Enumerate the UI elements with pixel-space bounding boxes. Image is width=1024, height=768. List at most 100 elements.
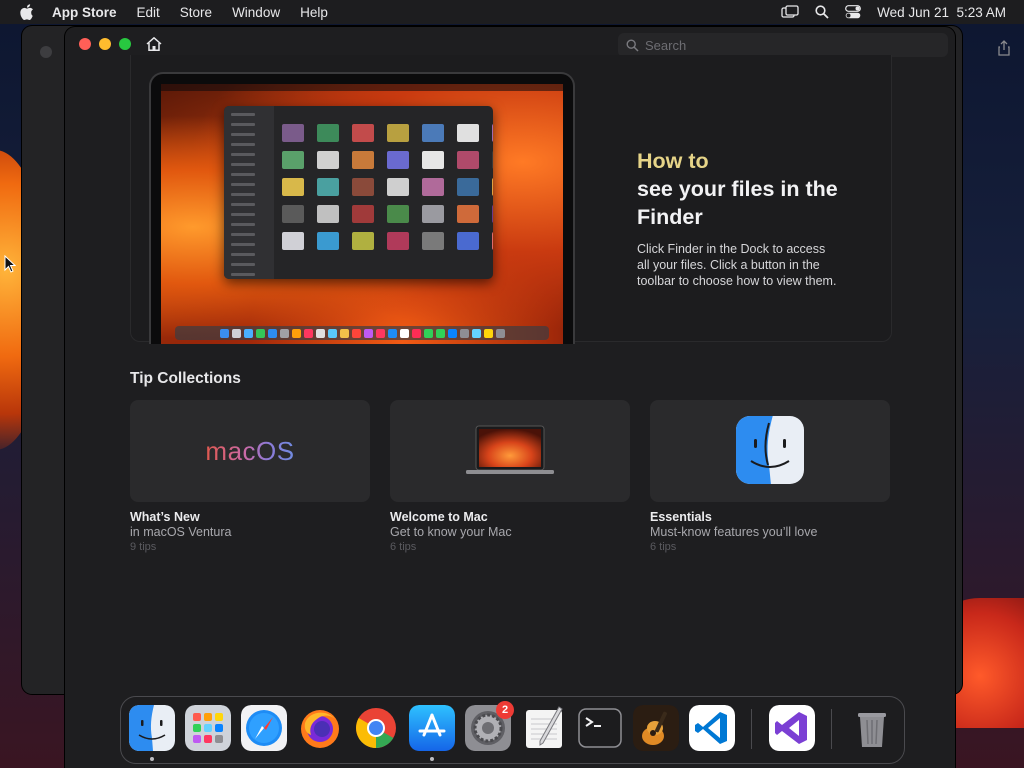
collection-meta[interactable]: What’s New in macOS Ventura 9 tips — [130, 510, 370, 553]
menu-edit[interactable]: Edit — [137, 5, 160, 20]
hero-title: How to see your files in the Finder — [637, 147, 857, 231]
menu-window[interactable]: Window — [232, 5, 280, 20]
collection-subtitle: Get to know your Mac — [390, 525, 512, 539]
garageband-dock-icon[interactable] — [633, 705, 679, 751]
mini-menubar — [161, 84, 563, 91]
file-thumbnail — [457, 205, 479, 223]
menu-store[interactable]: Store — [180, 5, 212, 20]
file-thumbnail — [422, 151, 444, 169]
spotlight-search-icon[interactable] — [815, 5, 829, 19]
hero-description: Click Finder in the Dock to access all y… — [637, 242, 837, 288]
file-thumbnail — [282, 205, 304, 223]
menu-bar: App Store Edit Store Window Help Wed Jun… — [0, 0, 1024, 24]
menu-app-name[interactable]: App Store — [52, 5, 117, 20]
mini-dock-app-icon — [243, 328, 253, 338]
mini-dock-app-icon — [351, 328, 361, 338]
file-thumbnail — [352, 178, 374, 196]
collection-card-essentials[interactable] — [650, 400, 890, 502]
file-thumbnail — [492, 178, 493, 196]
file-thumbnail — [282, 151, 304, 169]
minimize-button[interactable] — [99, 38, 111, 50]
mini-dock-app-icon — [267, 328, 277, 338]
close-button[interactable] — [79, 38, 91, 50]
menu-clock[interactable]: Wed Jun 21 5:23 AM — [877, 5, 1006, 20]
file-thumbnail — [317, 151, 339, 169]
collection-tip-count: 6 tips — [390, 541, 417, 553]
control-center-icon[interactable] — [845, 5, 862, 19]
visual-studio-dock-icon[interactable] — [769, 705, 815, 751]
mini-dock-app-icon — [435, 328, 445, 338]
mac-screen-illustration — [149, 72, 575, 344]
home-icon[interactable] — [145, 36, 163, 52]
collection-tip-count: 9 tips — [130, 541, 157, 553]
section-heading: Tip Collections — [130, 370, 241, 387]
file-thumbnail — [457, 232, 479, 250]
file-thumbnail — [282, 232, 304, 250]
textedit-dock-icon[interactable] — [521, 705, 567, 751]
dock-separator — [751, 709, 752, 749]
collection-title: Welcome to Mac — [390, 510, 488, 524]
firefox-dock-icon[interactable] — [297, 705, 343, 751]
file-thumbnail — [282, 124, 304, 142]
hero-title-main: see your files in the Finder — [637, 177, 838, 229]
mini-dock-app-icon — [363, 328, 373, 338]
screen-mirroring-icon[interactable] — [781, 5, 799, 19]
file-thumbnail — [387, 232, 409, 250]
search-input[interactable] — [645, 37, 925, 53]
running-indicator — [430, 757, 434, 761]
file-thumbnail — [422, 124, 444, 142]
file-thumbnail — [352, 232, 374, 250]
mini-dock-app-icon — [447, 328, 457, 338]
hero-tip-card: How to see your files in the Finder Clic… — [130, 55, 892, 344]
share-icon[interactable] — [998, 40, 1014, 58]
tips-window: How to see your files in the Finder Clic… — [65, 27, 955, 768]
file-thumbnail — [387, 124, 409, 142]
finder-dock-icon[interactable] — [129, 705, 175, 751]
zoom-button[interactable] — [119, 38, 131, 50]
terminal-dock-icon[interactable] — [577, 705, 623, 751]
launchpad-dock-icon[interactable] — [185, 705, 231, 751]
mini-dock-app-icon — [291, 328, 301, 338]
file-thumbnail — [387, 178, 409, 196]
file-thumbnail — [387, 205, 409, 223]
mini-dock-app-icon — [255, 328, 265, 338]
search-field[interactable] — [618, 33, 948, 57]
file-thumbnail — [317, 232, 339, 250]
file-thumbnail — [422, 205, 444, 223]
mini-dock-app-icon — [279, 328, 289, 338]
mini-dock-app-icon — [231, 328, 241, 338]
mini-dock-app-icon — [339, 328, 349, 338]
finder-icon — [736, 416, 804, 484]
file-thumbnail — [352, 151, 374, 169]
menu-help[interactable]: Help — [300, 5, 328, 20]
collection-meta[interactable]: Essentials Must-know features you’ll lov… — [650, 510, 890, 553]
app-store-dock-icon[interactable] — [409, 705, 455, 751]
collection-title: Essentials — [650, 510, 712, 524]
collection-subtitle: Must-know features you’ll love — [650, 525, 818, 539]
safari-dock-icon[interactable] — [241, 705, 287, 751]
finder-file-grid — [282, 124, 493, 250]
collection-card-welcome-to-mac[interactable] — [390, 400, 630, 502]
file-thumbnail — [422, 232, 444, 250]
mini-dock-app-icon — [423, 328, 433, 338]
background-window-close-button[interactable] — [40, 46, 52, 58]
mini-dock-app-icon — [315, 328, 325, 338]
trash-dock-icon[interactable] — [849, 705, 895, 751]
apple-icon[interactable] — [20, 4, 34, 20]
mini-dock-app-icon — [219, 328, 229, 338]
file-thumbnail — [492, 124, 493, 142]
desktop-preview — [161, 84, 563, 344]
file-thumbnail — [317, 205, 339, 223]
collection-subtitle: in macOS Ventura — [130, 525, 232, 539]
file-thumbnail — [492, 151, 493, 169]
file-thumbnail — [457, 151, 479, 169]
vscode-dock-icon[interactable] — [689, 705, 735, 751]
file-thumbnail — [457, 178, 479, 196]
dock-separator — [831, 709, 832, 749]
mini-dock-app-icon — [375, 328, 385, 338]
collection-card-whats-new[interactable]: macOS — [130, 400, 370, 502]
mini-dock-app-icon — [327, 328, 337, 338]
collection-meta[interactable]: Welcome to Mac Get to know your Mac 6 ti… — [390, 510, 630, 553]
mini-dock-preview — [175, 326, 549, 340]
chrome-dock-icon[interactable] — [353, 705, 399, 751]
